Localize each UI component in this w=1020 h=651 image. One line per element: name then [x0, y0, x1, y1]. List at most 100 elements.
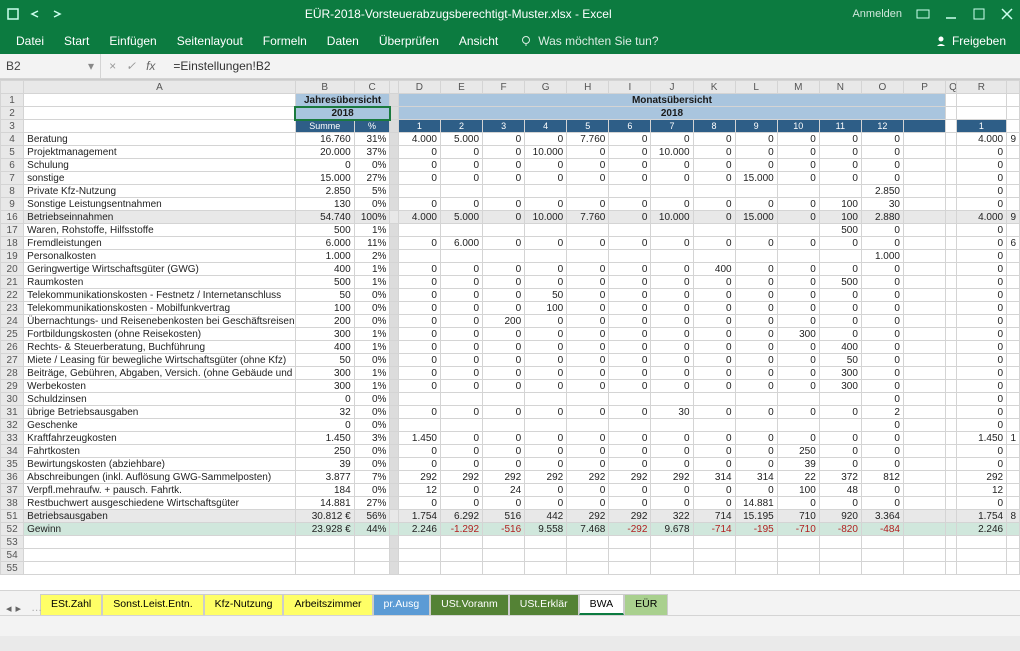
ribbon-options-icon[interactable] — [916, 7, 930, 21]
cell[interactable]: 0 — [861, 445, 903, 458]
cell[interactable]: 0 — [398, 367, 440, 380]
row-header[interactable]: 30 — [1, 393, 24, 406]
cell[interactable] — [609, 250, 651, 263]
col-header-D[interactable]: D — [398, 81, 440, 94]
cell[interactable] — [1007, 263, 1020, 276]
cell[interactable] — [525, 393, 567, 406]
select-all-cell[interactable] — [1, 81, 24, 94]
cell[interactable] — [483, 393, 525, 406]
cell[interactable]: 0 — [609, 341, 651, 354]
cell[interactable] — [609, 185, 651, 198]
cell[interactable]: 0 — [693, 445, 735, 458]
cell[interactable] — [1007, 354, 1020, 367]
cell[interactable]: 0 — [483, 445, 525, 458]
cell[interactable]: -710 — [777, 523, 819, 536]
cell[interactable]: 0 — [398, 263, 440, 276]
cell[interactable]: 0 — [651, 315, 693, 328]
cell[interactable]: 0 — [567, 276, 609, 289]
cell[interactable]: 0 — [735, 484, 777, 497]
cell[interactable]: 0 — [777, 367, 819, 380]
cell[interactable]: 0 — [819, 289, 861, 302]
row-sum[interactable]: 23.928 € — [295, 523, 354, 536]
cell[interactable]: 0 — [609, 367, 651, 380]
col-header-gap[interactable] — [390, 81, 398, 94]
cell[interactable]: 0 — [651, 445, 693, 458]
sheet-tab-er[interactable]: EÜR — [624, 594, 668, 615]
row-pct[interactable]: 31% — [354, 133, 390, 146]
cell[interactable]: 314 — [735, 471, 777, 484]
row-sum[interactable]: 54.740 — [295, 211, 354, 224]
row-sum[interactable]: 200 — [295, 315, 354, 328]
cell[interactable]: 292 — [483, 471, 525, 484]
cell[interactable]: 0 — [956, 250, 1007, 263]
cell[interactable] — [1007, 172, 1020, 185]
cell[interactable]: 0 — [735, 159, 777, 172]
cell[interactable]: 2.246 — [398, 523, 440, 536]
row-sum[interactable]: 130 — [295, 198, 354, 211]
row-label[interactable]: Rechts- & Steuerberatung, Buchführung — [24, 341, 296, 354]
cell[interactable]: 0 — [440, 341, 482, 354]
row-label[interactable]: Betriebseinnahmen — [24, 211, 296, 224]
row-pct[interactable]: 0% — [354, 289, 390, 302]
cell[interactable]: 0 — [956, 354, 1007, 367]
cell[interactable]: 0 — [483, 276, 525, 289]
cell[interactable]: 0 — [609, 484, 651, 497]
row-header[interactable]: 1 — [1, 94, 24, 107]
sheet-tab-sonstleistentn[interactable]: Sonst.Leist.Entn. — [102, 594, 203, 615]
cell[interactable]: 0 — [567, 406, 609, 419]
cell[interactable]: 0 — [440, 289, 482, 302]
row-sum[interactable]: 6.000 — [295, 237, 354, 250]
cell[interactable]: 0 — [398, 458, 440, 471]
cell[interactable]: 1.000 — [861, 250, 903, 263]
row-sum[interactable]: 16.760 — [295, 133, 354, 146]
cell[interactable]: 500 — [819, 224, 861, 237]
cell[interactable]: 0 — [483, 289, 525, 302]
cell[interactable]: 6.292 — [440, 510, 482, 523]
cell[interactable]: 15.000 — [735, 172, 777, 185]
row-sum[interactable]: 14.881 — [295, 497, 354, 510]
row-label[interactable]: Restbuchwert ausgeschiedene Wirtschaftsg… — [24, 497, 296, 510]
cell[interactable] — [567, 224, 609, 237]
col-header-gap[interactable] — [1007, 81, 1020, 94]
cell[interactable]: 50 — [819, 354, 861, 367]
row-header[interactable]: 36 — [1, 471, 24, 484]
cell[interactable]: 0 — [525, 328, 567, 341]
row-label[interactable]: Personalkosten — [24, 250, 296, 263]
cell[interactable] — [777, 419, 819, 432]
cell[interactable]: 100 — [777, 484, 819, 497]
row-pct[interactable]: 0% — [354, 445, 390, 458]
cell[interactable]: 0 — [525, 406, 567, 419]
sheet-tab-usterklr[interactable]: USt.Erklär — [509, 594, 579, 615]
cell[interactable]: 0 — [693, 367, 735, 380]
row-label[interactable]: Fahrtkosten — [24, 445, 296, 458]
cell[interactable]: 0 — [693, 432, 735, 445]
cell[interactable]: 2.246 — [956, 523, 1007, 536]
row-label[interactable]: Projektmanagement — [24, 146, 296, 159]
cell[interactable]: 0 — [651, 497, 693, 510]
cell[interactable] — [819, 185, 861, 198]
cell[interactable]: 400 — [693, 263, 735, 276]
cell[interactable]: 0 — [525, 445, 567, 458]
cell[interactable]: 0 — [483, 328, 525, 341]
cell[interactable]: 0 — [483, 133, 525, 146]
cell[interactable]: 0 — [956, 172, 1007, 185]
cell[interactable]: 442 — [525, 510, 567, 523]
cell[interactable]: 0 — [398, 315, 440, 328]
cell[interactable]: 0 — [819, 172, 861, 185]
row-sum[interactable]: 50 — [295, 289, 354, 302]
cell[interactable]: 0 — [693, 172, 735, 185]
cell[interactable]: 0 — [567, 354, 609, 367]
row-pct[interactable]: 0% — [354, 159, 390, 172]
cell[interactable]: 0 — [440, 172, 482, 185]
cell[interactable]: 0 — [398, 328, 440, 341]
cell[interactable]: 9.558 — [525, 523, 567, 536]
col-header-M[interactable]: M — [777, 81, 819, 94]
cell[interactable]: 1 — [1007, 432, 1020, 445]
cell[interactable]: 292 — [525, 471, 567, 484]
cell[interactable]: 0 — [398, 172, 440, 185]
cell[interactable]: 0 — [777, 198, 819, 211]
cell[interactable]: 0 — [735, 367, 777, 380]
cell[interactable]: 0 — [819, 458, 861, 471]
cell[interactable]: 0 — [609, 380, 651, 393]
cell[interactable]: 9 — [1007, 211, 1020, 224]
